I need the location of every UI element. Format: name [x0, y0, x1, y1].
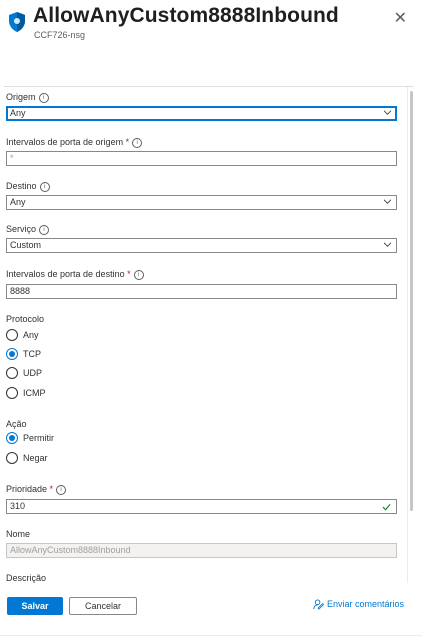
- chevron-down-icon: [384, 242, 391, 247]
- radio-circle: [6, 367, 18, 379]
- dst-ports-label: Intervalos de porta de destino * i: [6, 269, 144, 280]
- radio-label: Negar: [23, 453, 48, 463]
- destino-value: Any: [10, 197, 26, 207]
- destino-dropdown[interactable]: Any: [6, 195, 397, 210]
- panel-footer: Salvar Cancelar Enviar comentários: [0, 583, 422, 637]
- scrollbar-thumb[interactable]: [410, 91, 413, 511]
- src-ports-input[interactable]: *: [6, 151, 397, 166]
- origem-label: Origem i: [6, 92, 49, 103]
- info-icon[interactable]: i: [39, 224, 50, 235]
- divider: [0, 635, 422, 636]
- panel-header: AllowAnyCustom8888Inbound CCF726-nsg ✕: [0, 0, 422, 86]
- radio-circle-selected: [6, 432, 18, 444]
- info-icon[interactable]: i: [38, 92, 49, 103]
- radio-label: UDP: [23, 368, 43, 378]
- radio-label: ICMP: [23, 388, 46, 398]
- feedback-person-icon: [313, 599, 325, 610]
- servico-dropdown[interactable]: Custom: [6, 238, 397, 253]
- info-icon[interactable]: i: [56, 484, 67, 495]
- servico-label: Serviço i: [6, 224, 50, 235]
- prioridade-label: Prioridade * i: [6, 484, 67, 495]
- radio-circle-selected: [6, 348, 18, 360]
- descricao-label: Descrição: [6, 573, 47, 583]
- radio-label: Any: [23, 330, 39, 340]
- feedback-link[interactable]: Enviar comentários: [313, 599, 404, 610]
- radio-circle: [6, 452, 18, 464]
- prioridade-input[interactable]: 310: [6, 499, 397, 514]
- checkmark-icon: [382, 503, 391, 511]
- nome-input: AllowAnyCustom8888Inbound: [6, 543, 397, 558]
- radio-label: TCP: [23, 349, 41, 359]
- cancel-button[interactable]: Cancelar: [69, 597, 137, 615]
- feedback-label: Enviar comentários: [327, 599, 405, 609]
- nsg-shield-icon: [9, 12, 25, 32]
- rule-form: Origem i Any Intervalos de porta de orige…: [4, 86, 414, 584]
- form-scrollbar[interactable]: [407, 87, 414, 584]
- nome-label: Nome: [6, 529, 31, 539]
- page-title: AllowAnyCustom8888Inbound: [33, 4, 339, 27]
- dst-ports-input[interactable]: 8888: [6, 284, 397, 299]
- destino-label: Destino i: [6, 181, 50, 192]
- chevron-down-icon: [384, 110, 391, 115]
- origem-dropdown[interactable]: Any: [6, 106, 397, 121]
- close-icon[interactable]: ✕: [394, 8, 407, 28]
- radio-circle: [6, 387, 18, 399]
- info-icon[interactable]: i: [39, 181, 50, 192]
- radio-circle: [6, 329, 18, 341]
- save-button[interactable]: Salvar: [7, 597, 63, 615]
- servico-value: Custom: [10, 240, 42, 250]
- origem-value: Any: [10, 108, 26, 118]
- protocolo-label: Protocolo: [6, 314, 45, 324]
- chevron-down-icon: [384, 199, 391, 204]
- info-icon[interactable]: i: [133, 269, 144, 280]
- radio-label: Permitir: [23, 433, 54, 443]
- src-ports-label: Intervalos de porta de origem * i: [6, 137, 143, 148]
- info-icon[interactable]: i: [132, 137, 143, 148]
- acao-label: Ação: [6, 419, 27, 429]
- page-subtitle: CCF726-nsg: [34, 30, 86, 40]
